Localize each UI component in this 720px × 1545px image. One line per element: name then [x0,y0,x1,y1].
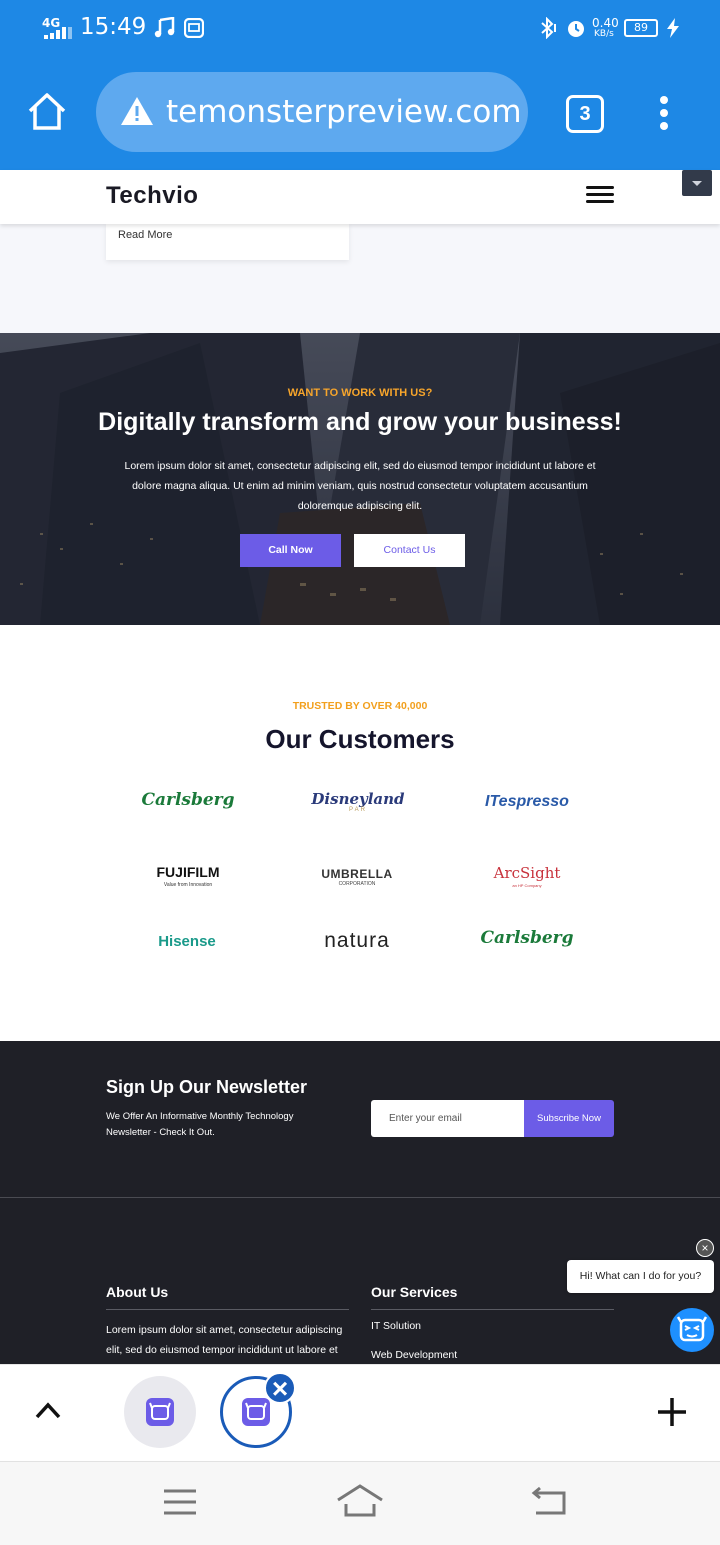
hero-eyebrow: WANT TO WORK WITH US? [287,387,433,399]
customer-logo-fujifilm[interactable]: FUJIFILM Value from Innovation [108,864,268,888]
customer-logo-arcsight[interactable]: ArcSight an HP Company [447,864,607,888]
newsletter-email-input[interactable] [371,1100,524,1137]
home-icon[interactable] [26,90,68,132]
battery-level: 89 [634,21,648,34]
chatbot-icon [676,1316,708,1342]
customer-logo-itespresso[interactable]: ITespresso [447,793,607,811]
customer-logo-disneyland[interactable]: Disneyland PAR [278,790,438,813]
tab-switcher-button[interactable]: 3 [566,95,604,133]
subscribe-now-button[interactable]: Subscribe Now [524,1100,614,1137]
footer-service-web-development[interactable]: Web Development [371,1349,457,1361]
chat-close-icon[interactable]: × [696,1239,714,1257]
hero-description: Lorem ipsum dolor sit amet, consectetur … [124,460,596,512]
url-text: temonsterpreview.com [166,94,522,130]
battery-icon: 89 [624,19,658,37]
footer-about-divider [106,1309,349,1310]
tab-thumbnail[interactable] [124,1376,196,1448]
overflow-menu-icon[interactable] [658,96,670,130]
customer-logo-hisense[interactable]: Hisense [107,933,267,951]
footer-services-divider [371,1309,614,1310]
new-tab-plus-icon[interactable] [656,1396,688,1428]
back-icon[interactable] [530,1486,568,1516]
read-more-link[interactable]: Read More [118,229,172,241]
customer-logo-carlsberg-2[interactable]: Carlsberg [447,928,607,948]
chat-greeting-bubble[interactable]: Hi! What can I do for you? [567,1260,714,1293]
system-home-icon[interactable] [336,1484,384,1518]
customer-logo-natura[interactable]: natura [277,929,437,953]
footer-service-it-solution[interactable]: IT Solution [371,1320,421,1332]
alarm-icon [568,21,584,37]
customer-logo-carlsberg[interactable]: Carlsberg [108,790,268,810]
network-speed-unit: KB/s [594,29,614,39]
menu-icon[interactable] [162,1488,198,1516]
footer-about-title: About Us [106,1284,169,1300]
chevron-up-icon[interactable] [34,1400,62,1420]
site-logo[interactable]: Techvio [106,182,198,210]
address-bar[interactable]: temonsterpreview.com [96,72,528,152]
site-favicon-icon [146,1398,174,1426]
newsletter-description: We Offer An Informative Monthly Technolo… [106,1111,294,1138]
hero-title: Digitally transform and grow your busine… [98,408,622,436]
mail-app-icon [184,18,204,38]
dropdown-toggle-button[interactable] [682,170,712,196]
footer-about-text: Lorem ipsum dolor sit amet, consectetur … [106,1324,343,1356]
chat-launcher-button[interactable] [670,1308,714,1352]
customers-title: Our Customers [265,724,455,754]
charging-bolt-icon [667,18,679,38]
music-note-icon [154,17,175,38]
footer-services-title: Our Services [371,1284,458,1300]
clock: 15:49 [80,14,147,40]
network-speed-value: 0.40 [592,16,619,30]
hamburger-menu-icon[interactable] [586,186,614,206]
call-now-button[interactable]: Call Now [240,534,341,567]
customer-logo-umbrella[interactable]: UMBRELLA CORPORATION [277,865,437,887]
warning-icon [121,97,153,125]
close-tab-icon[interactable]: × [264,1372,296,1404]
contact-us-button[interactable]: Contact Us [354,534,465,567]
browser-tabs-bar [0,1364,720,1461]
status-bar: 4G 15:49 0.40 KB/s 89 [0,0,720,58]
newsletter-title: Sign Up Our Newsletter [106,1077,308,1097]
bluetooth-icon [541,17,556,39]
signal-icon [44,27,72,39]
caret-down-icon [692,181,702,186]
customers-eyebrow: TRUSTED BY OVER 40,000 [292,700,428,712]
